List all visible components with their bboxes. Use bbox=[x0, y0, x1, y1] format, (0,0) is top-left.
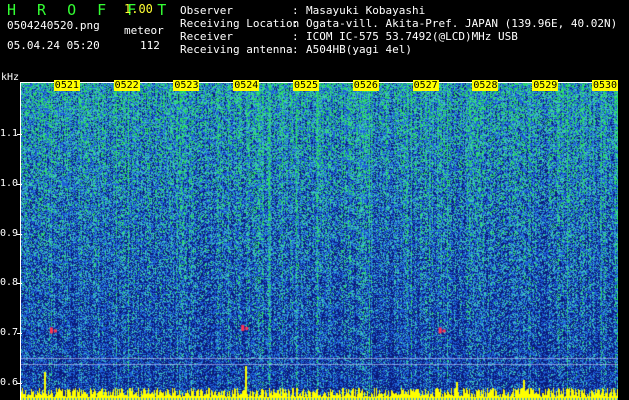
x-tick-label: 0526 bbox=[352, 80, 379, 91]
info-row-observer: Observer: Masayuki Kobayashi bbox=[180, 4, 617, 17]
y-tick-mark bbox=[17, 134, 22, 136]
x-tick-label: 0522 bbox=[113, 80, 140, 91]
y-tick-mark bbox=[17, 332, 22, 334]
y-tick-label: 1.1 bbox=[0, 128, 19, 140]
info-separator: : bbox=[292, 17, 299, 30]
info-separator: : bbox=[292, 4, 299, 17]
info-row-receiver: Receiver: ICOM IC-575 53.7492(@LCD)MHz US… bbox=[180, 30, 617, 43]
y-tick-mark bbox=[17, 233, 22, 235]
info-value: Ogata-vill. Akita-Pref. JAPAN (139.96E, … bbox=[306, 17, 618, 30]
y-tick-mark bbox=[17, 183, 22, 185]
y-tick-label: 0.8 bbox=[0, 277, 19, 289]
info-value: A504HB(yagi 4el) bbox=[306, 43, 412, 56]
file-name: 0504240520.png bbox=[7, 19, 100, 32]
info-value: Masayuki Kobayashi bbox=[306, 4, 426, 17]
info-value: ICOM IC-575 53.7492(@LCD)MHz USB bbox=[306, 30, 518, 43]
info-row-antenna: Receiving antenna: A504HB(yagi 4el) bbox=[180, 43, 617, 56]
x-tick-label: 0527 bbox=[412, 80, 439, 91]
x-tick-label: 0521 bbox=[53, 80, 80, 91]
station-info: Observer: Masayuki Kobayashi Receiving Lo… bbox=[180, 4, 617, 56]
x-tick-label: 0529 bbox=[532, 80, 559, 91]
meteor-count: 112 bbox=[140, 39, 160, 52]
app-version: 1.00 bbox=[124, 2, 153, 16]
y-tick-mark bbox=[17, 283, 22, 285]
y-tick-label: 0.9 bbox=[0, 227, 19, 239]
y-tick-label: 1.0 bbox=[0, 177, 19, 189]
y-tick-label: 0.7 bbox=[0, 326, 19, 338]
y-tick-label: 0.6 bbox=[0, 376, 19, 388]
info-separator: : bbox=[292, 30, 299, 43]
info-label: Observer bbox=[180, 4, 233, 17]
info-label: Receiving antenna bbox=[180, 43, 293, 56]
y-axis-unit: kHz bbox=[1, 72, 20, 83]
info-label: Receiving Location bbox=[180, 17, 300, 30]
info-row-location: Receiving Location: Ogata-vill. Akita-Pre… bbox=[180, 17, 617, 30]
x-tick-label: 0525 bbox=[293, 80, 320, 91]
right-margin bbox=[618, 82, 629, 400]
meteor-label: meteor bbox=[124, 24, 164, 37]
x-tick-label: 0523 bbox=[173, 80, 200, 91]
y-tick-mark bbox=[17, 382, 22, 384]
x-tick-label: 0524 bbox=[233, 80, 260, 91]
spectrogram[interactable] bbox=[20, 82, 618, 400]
x-tick-label: 0528 bbox=[472, 80, 499, 91]
info-separator: : bbox=[292, 43, 299, 56]
timestamp: 05.04.24 05:20 bbox=[7, 39, 100, 52]
info-label: Receiver bbox=[180, 30, 233, 43]
x-tick-label: 0530 bbox=[592, 80, 619, 91]
